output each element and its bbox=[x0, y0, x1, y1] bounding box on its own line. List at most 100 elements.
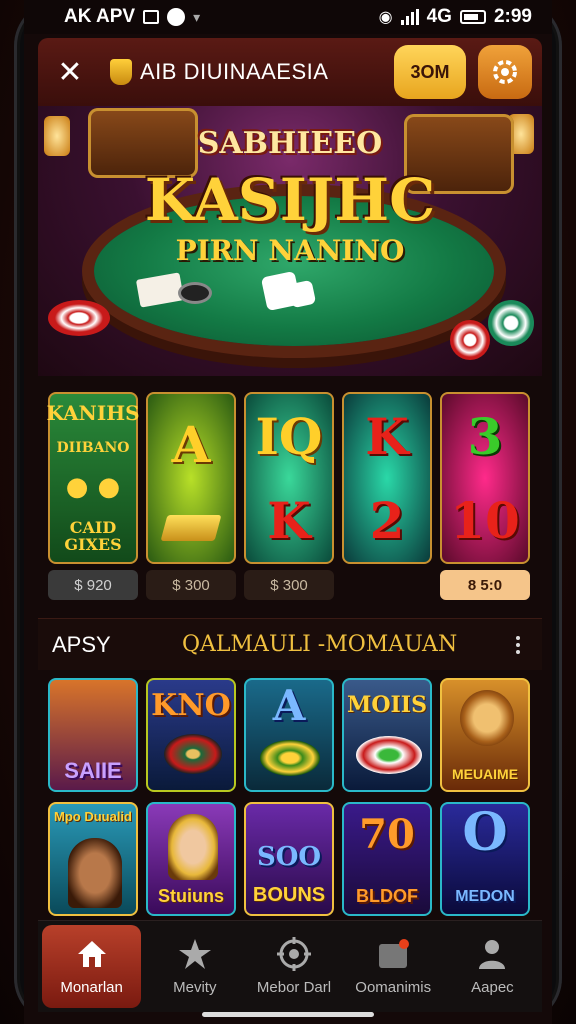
reel-4-symbol-top: K bbox=[365, 406, 409, 466]
bet-pill bbox=[342, 570, 432, 600]
nav-item-activity[interactable]: Mevity bbox=[145, 921, 244, 1012]
game-tile-label: BOUNS bbox=[252, 884, 326, 906]
game-tile[interactable]: KNO bbox=[146, 678, 236, 792]
game-tile-label: Mpo Duualid bbox=[54, 809, 132, 824]
player-portrait-icon bbox=[68, 838, 122, 908]
status-left: AK APV ▾ bbox=[64, 6, 200, 28]
bet-pill-selected[interactable]: 8 5:0 bbox=[440, 570, 530, 600]
chevron-down-icon: ▾ bbox=[193, 8, 201, 25]
nav-label: Mevity bbox=[173, 979, 217, 996]
status-right: ◉ 4G 2:99 bbox=[379, 6, 532, 28]
hero-top-text: SABHIEEO bbox=[197, 126, 383, 161]
chip-stack-image bbox=[488, 300, 534, 346]
coin-icon: ● ● bbox=[65, 472, 121, 503]
nav-item-home[interactable]: Monarlan bbox=[42, 925, 142, 1008]
home-icon bbox=[75, 937, 109, 971]
status-left-text: AK APV bbox=[64, 6, 136, 27]
game-tile-label: BLDOF bbox=[356, 886, 418, 907]
app-notification-icon bbox=[167, 8, 186, 26]
chip-stack-image bbox=[178, 282, 212, 304]
nav-label: Oomanimis bbox=[355, 979, 432, 996]
gold-bar-icon bbox=[160, 515, 222, 542]
game-tile[interactable]: 70 BLDOF bbox=[342, 802, 432, 916]
lion-icon bbox=[460, 690, 514, 746]
section-title: QALMAULI -MOMAUAN bbox=[182, 632, 458, 657]
gear-icon bbox=[493, 60, 517, 84]
reel-4-symbol-bottom: 2 bbox=[369, 490, 405, 550]
brand-logo-icon bbox=[110, 59, 132, 85]
nav-item-profile[interactable]: Aapec bbox=[443, 921, 542, 1012]
reel-2-symbol: A bbox=[171, 414, 211, 474]
battery-icon bbox=[459, 10, 486, 24]
reel-1-line: KANIHS bbox=[46, 401, 140, 426]
game-tile-label: Stuiuns bbox=[158, 886, 224, 907]
nav-item-messages[interactable]: Oomanimis bbox=[344, 921, 443, 1012]
reel-5[interactable]: 3 10 bbox=[440, 392, 530, 564]
reel-1-line: CAID GIXES bbox=[64, 517, 122, 555]
user-icon bbox=[475, 937, 509, 971]
reel-2[interactable]: A bbox=[146, 392, 236, 564]
game-tile-art: MOIIS bbox=[347, 692, 427, 718]
signal-icon bbox=[400, 9, 419, 25]
nav-label: Mebor Darl bbox=[256, 979, 332, 996]
roulette-icon bbox=[164, 734, 222, 774]
game-tile-label: SAIIE bbox=[64, 757, 122, 783]
game-tile[interactable]: SAIIE bbox=[48, 678, 138, 792]
more-options-icon[interactable] bbox=[508, 635, 528, 654]
game-tile-label: MEUAIME bbox=[451, 766, 519, 783]
balance-button[interactable]: 3OM bbox=[394, 45, 466, 99]
game-tile[interactable]: A bbox=[244, 678, 334, 792]
close-icon[interactable]: ✕ bbox=[52, 55, 88, 90]
reel-5-symbol-bottom: 10 bbox=[450, 490, 520, 550]
section-left-label[interactable]: APSY bbox=[52, 632, 182, 658]
chip-stack-image bbox=[48, 300, 110, 336]
chip-stack-image bbox=[450, 320, 490, 360]
game-tile-art: A bbox=[272, 681, 306, 730]
target-icon bbox=[277, 937, 311, 971]
game-tile[interactable]: MOIIS bbox=[342, 678, 432, 792]
wifi-icon: ◉ bbox=[378, 9, 393, 26]
home-indicator[interactable] bbox=[202, 1012, 374, 1017]
games-grid: SAIIE KNO A MOIIS MEUAIME Mpo Duualid St… bbox=[48, 678, 536, 916]
bet-pill[interactable]: $ 300 bbox=[244, 570, 334, 600]
bet-pill[interactable]: $ 920 bbox=[48, 570, 138, 600]
bottom-nav: Monarlan Mevity Mebor Darl Oomanimis Aap… bbox=[38, 920, 542, 1012]
inbox-icon bbox=[376, 937, 410, 971]
bet-pill[interactable]: $ 300 bbox=[146, 570, 236, 600]
star-icon bbox=[178, 937, 212, 971]
app-screen: AK APV ▾ ◉ 4G 2:99 ✕ AIB DIUINAAESIA 3OM bbox=[24, 0, 552, 1024]
hero-main-title: KASIJHC bbox=[144, 166, 436, 234]
reel-5-symbol-top: 3 bbox=[467, 406, 503, 466]
game-tile[interactable]: O MEDON bbox=[440, 802, 530, 916]
app-title: AIB DIUINAAESIA bbox=[140, 59, 329, 84]
nav-label: Aapec bbox=[471, 979, 514, 996]
status-time: 2:99 bbox=[493, 6, 532, 27]
game-tile-art: KNO bbox=[151, 688, 231, 723]
game-tile[interactable]: SOO BOUNS bbox=[244, 802, 334, 916]
notification-icon bbox=[143, 10, 160, 24]
reel-4[interactable]: K 2 bbox=[342, 392, 432, 564]
nav-item-member[interactable]: Mebor Darl bbox=[244, 921, 343, 1012]
nav-label: Monarlan bbox=[60, 979, 123, 996]
reel-1[interactable]: KANIHS DIIBANO ● ● CAID GIXES bbox=[46, 392, 140, 564]
slot-reels: KANIHS DIIBANO ● ● CAID GIXES A IQ K K 2… bbox=[46, 392, 536, 564]
game-tile-art: 70 bbox=[359, 811, 415, 858]
status-bar: AK APV ▾ ◉ 4G 2:99 bbox=[24, 0, 552, 34]
game-tile[interactable]: Mpo Duualid bbox=[48, 802, 138, 916]
reel-3-symbol-top: IQ bbox=[255, 406, 323, 466]
reel-3-symbol-bottom: K bbox=[267, 490, 311, 550]
bet-pills: $ 920 $ 300 $ 300 8 5:0 bbox=[48, 570, 536, 600]
reel-3[interactable]: IQ K bbox=[244, 392, 334, 564]
settings-button[interactable] bbox=[478, 45, 532, 99]
game-tile[interactable]: Stuiuns bbox=[146, 802, 236, 916]
reel-1-line: DIIBANO bbox=[56, 439, 130, 456]
app-header: ✕ AIB DIUINAAESIA 3OM bbox=[38, 38, 542, 106]
chip-icon bbox=[356, 736, 422, 774]
hero-banner[interactable]: SABHIEEO KASIJHC PIRN NANINO bbox=[38, 106, 542, 376]
network-label: 4G bbox=[426, 6, 452, 27]
hero-subtitle: PIRN NANINO bbox=[175, 234, 405, 267]
game-tile-art: SOO bbox=[256, 842, 322, 872]
player-portrait-icon bbox=[168, 814, 218, 880]
game-tile[interactable]: MEUAIME bbox=[440, 678, 530, 792]
games-section-header: APSY QALMAULI -MOMAUAN bbox=[38, 618, 542, 670]
